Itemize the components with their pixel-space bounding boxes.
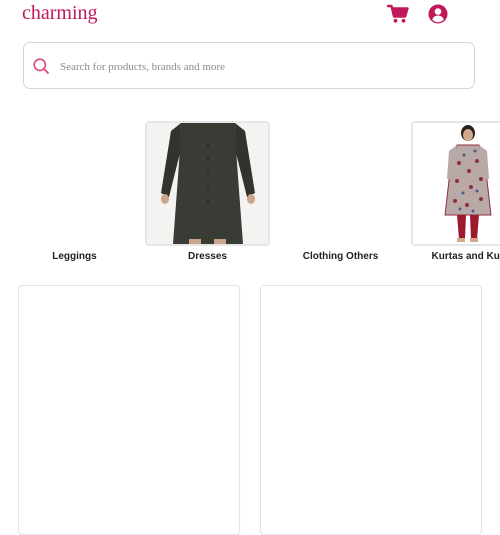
category-label: Leggings	[52, 251, 97, 262]
category-label: Dresses	[188, 251, 227, 262]
category-image	[12, 121, 137, 246]
category-image	[411, 121, 500, 246]
category-leggings[interactable]: Leggings	[12, 121, 137, 271]
category-label: Kurtas and Kurtis	[431, 251, 500, 262]
category-clothing-others[interactable]: Clothing Others	[278, 121, 403, 271]
brand-logo[interactable]: charming	[22, 2, 98, 25]
search-input[interactable]	[58, 51, 462, 83]
product-card[interactable]	[260, 285, 482, 535]
search-bar[interactable]	[23, 42, 475, 89]
category-dresses[interactable]: Dresses	[145, 121, 270, 271]
category-image	[145, 121, 270, 246]
product-card[interactable]	[18, 285, 240, 535]
search-icon[interactable]	[32, 57, 50, 75]
top-header: charming	[0, 0, 500, 30]
cart-icon[interactable]	[386, 4, 409, 24]
category-kurtas-and-kurtis[interactable]: Kurtas and Kurtis	[411, 121, 500, 271]
category-image	[278, 121, 403, 246]
category-label: Clothing Others	[302, 251, 379, 262]
user-circle-icon[interactable]	[428, 4, 448, 24]
